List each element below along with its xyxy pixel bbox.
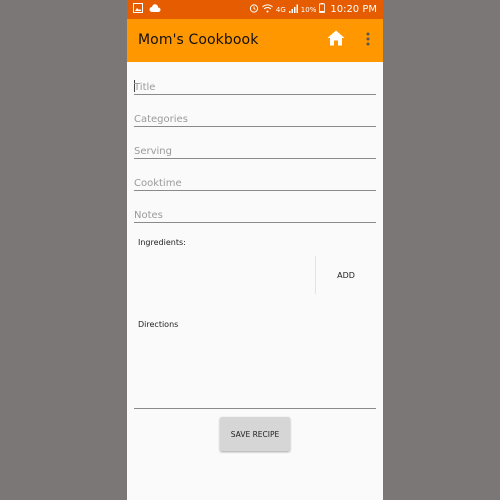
home-button[interactable] xyxy=(325,29,347,51)
title-input[interactable] xyxy=(134,82,376,93)
alarm-icon xyxy=(249,3,259,16)
battery-percent: 10% xyxy=(300,5,317,14)
cloud-icon xyxy=(149,3,161,16)
status-notifications xyxy=(133,3,161,16)
ingredients-label: Ingredients: xyxy=(138,238,186,247)
cooktime-input[interactable] xyxy=(134,178,376,189)
directions-label: Directions xyxy=(138,320,179,329)
add-ingredient-area: ADD xyxy=(315,256,376,294)
more-vert-icon xyxy=(366,31,370,50)
status-indicators: 4G 10% 10:20 PM xyxy=(249,3,377,16)
network-type-label: 4G xyxy=(275,5,286,14)
serving-input[interactable] xyxy=(134,146,376,157)
signal-icon xyxy=(288,4,298,16)
wifi-icon xyxy=(262,3,273,16)
categories-input[interactable] xyxy=(134,114,376,125)
save-recipe-button[interactable]: SAVE RECIPE xyxy=(220,417,290,451)
phone-screen: 4G 10% 10:20 PM Mom's Cookbook Title Cat… xyxy=(127,0,383,500)
cooktime-field[interactable] xyxy=(134,168,376,191)
app-title: Mom's Cookbook xyxy=(138,32,259,48)
gallery-icon xyxy=(133,3,143,16)
categories-field[interactable] xyxy=(134,104,376,127)
directions-input-underline[interactable] xyxy=(134,408,376,409)
overflow-menu-button[interactable] xyxy=(361,30,375,50)
add-ingredient-button[interactable]: ADD xyxy=(337,271,355,280)
clock: 10:20 PM xyxy=(330,4,377,15)
battery-icon xyxy=(319,3,326,16)
serving-field[interactable] xyxy=(134,136,376,159)
app-bar: Mom's Cookbook xyxy=(127,19,383,62)
notes-field[interactable] xyxy=(134,200,376,223)
notes-input[interactable] xyxy=(134,210,376,221)
title-field[interactable] xyxy=(134,72,376,95)
home-icon xyxy=(327,30,345,50)
status-bar: 4G 10% 10:20 PM xyxy=(127,0,383,19)
